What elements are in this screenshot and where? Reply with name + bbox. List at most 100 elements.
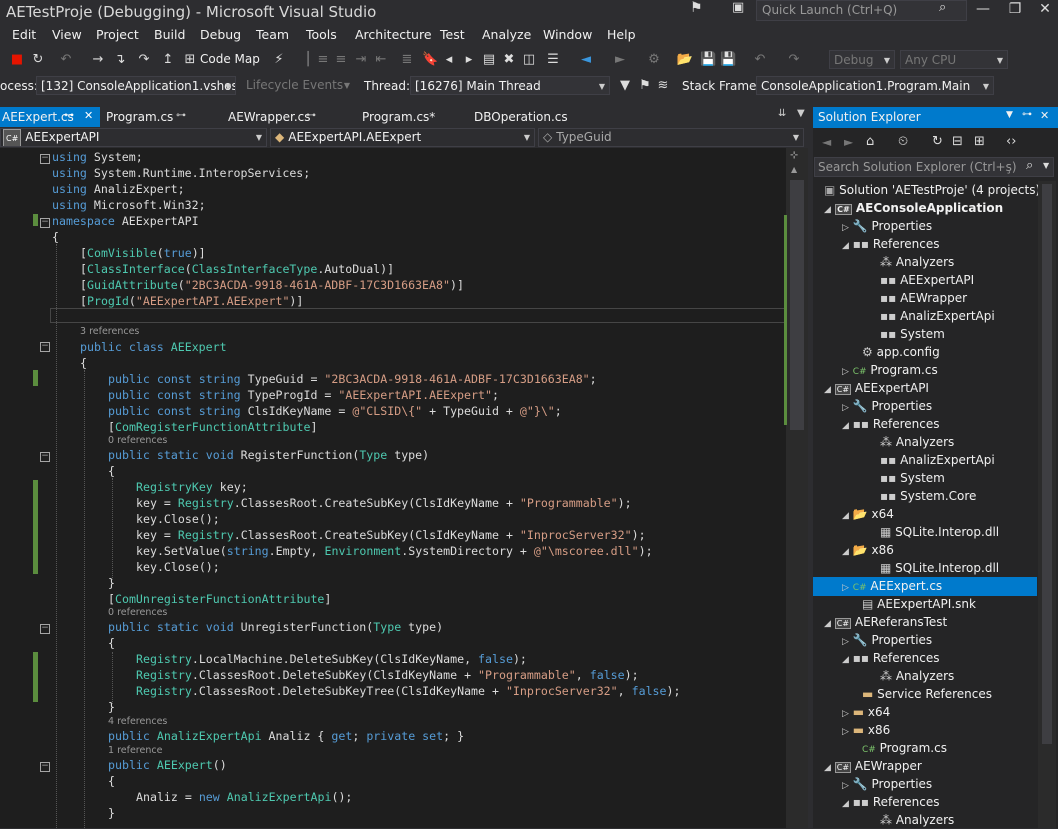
tree-item[interactable]: ⁂ Analyzers <box>880 433 954 451</box>
pending-changes-icon[interactable]: ⏲ <box>898 134 908 149</box>
restart-icon[interactable]: ↻ <box>30 50 46 70</box>
code-map-button[interactable]: Code Map <box>200 52 260 66</box>
thread-select[interactable]: [16276] Main Thread ▼ <box>410 76 610 95</box>
close-button[interactable]: ✕ <box>1028 0 1058 20</box>
step-into-icon[interactable]: → <box>90 50 106 70</box>
expanded-icon[interactable]: ◢ <box>842 421 849 431</box>
tree-item[interactable]: ▤ AEExpertAPI.snk <box>862 595 976 613</box>
tree-project-aewrapper[interactable]: ◢ C# AEWrapper <box>824 757 922 775</box>
tree-item[interactable]: ▷ 🔧 Properties <box>842 217 932 235</box>
save-all-icon[interactable]: 💾 <box>720 50 736 70</box>
show-all-files-icon[interactable]: ⊞ <box>974 134 985 149</box>
codelens-references[interactable]: 0 references <box>108 435 167 446</box>
menu-project[interactable]: Project <box>96 27 139 42</box>
chevron-down-icon[interactable]: ▼ <box>1043 161 1049 170</box>
bookmark-icon[interactable]: 🔖 <box>422 50 438 70</box>
collapsed-icon[interactable]: ▷ <box>842 403 849 413</box>
notifications-icon[interactable]: ▣ <box>732 0 744 15</box>
platform-select[interactable]: Any CPU ▼ <box>900 50 1008 69</box>
stop-debugging-icon[interactable]: ■ <box>10 50 24 70</box>
tree-item[interactable]: ▷ ▬ x86 <box>842 721 890 739</box>
chevron-down-icon[interactable]: ▼ <box>797 108 805 119</box>
list-icon[interactable]: ☰ <box>546 50 560 70</box>
tab-dboperation-cs[interactable]: DBOperation.cs <box>472 107 568 127</box>
tree-item[interactable]: ⁂ Analyzers <box>880 667 954 685</box>
tree-item[interactable]: ⁂ Analyzers <box>880 811 954 829</box>
menu-build[interactable]: Build <box>154 27 185 42</box>
tab-aewrapper-cs[interactable]: AEWrapper.cs <box>226 107 311 127</box>
tree-item[interactable]: ▪▪ AnalizExpertApi <box>880 451 995 469</box>
collapse-all-icon[interactable]: ⊟ <box>952 134 963 149</box>
redo-icon[interactable]: ↷ <box>786 50 802 70</box>
bookmark-folder-icon[interactable]: ▤ <box>482 50 496 70</box>
collapse-icon[interactable]: − <box>40 624 50 634</box>
collapsed-icon[interactable]: ▷ <box>842 583 849 593</box>
toggle-icon[interactable]: ◫ <box>522 50 536 70</box>
hot-reload-icon[interactable]: ⚡ <box>270 50 288 70</box>
collapsed-icon[interactable]: ▷ <box>842 781 849 791</box>
tree-item[interactable]: ▪▪ AEWrapper <box>880 289 967 307</box>
menu-architecture[interactable]: Architecture <box>355 27 432 42</box>
navigate-forward-icon[interactable]: ► <box>612 50 628 70</box>
show-next-statement-icon[interactable]: ↶ <box>58 50 74 70</box>
home-icon[interactable]: ⌂ <box>866 134 874 149</box>
solution-configs-icon[interactable]: ⚙ <box>646 50 662 70</box>
menu-test[interactable]: Test <box>440 27 465 42</box>
tree-item[interactable]: ▷ C# Program.cs <box>842 361 938 379</box>
tree-item[interactable]: ◢ 📂 x86 <box>842 541 894 559</box>
save-icon[interactable]: 💾 <box>700 50 716 70</box>
config-select[interactable]: Debug ▼ <box>829 50 895 69</box>
tree-item[interactable]: ▷ ▬ x64 <box>842 703 890 721</box>
flag-thread-icon[interactable]: ⚑ <box>638 76 652 96</box>
navigate-back-icon[interactable]: ◄ <box>578 50 594 70</box>
collapsed-icon[interactable]: ▷ <box>842 637 849 647</box>
collapsed-icon[interactable]: ▷ <box>842 223 849 233</box>
tab-overflow-icon[interactable]: ⇊ <box>778 108 786 119</box>
scrollbar-thumb[interactable] <box>790 180 804 430</box>
pin-icon[interactable]: ⊶ <box>64 110 74 121</box>
pin-icon[interactable]: ⊶ <box>306 110 316 121</box>
expanded-icon[interactable]: ◢ <box>824 619 831 629</box>
tree-item[interactable]: ◢ ▪▪ References <box>842 235 940 253</box>
forward-icon[interactable]: ► <box>844 135 853 149</box>
menu-team[interactable]: Team <box>256 27 289 42</box>
refresh-icon[interactable]: ↻ <box>932 134 943 149</box>
undo-icon[interactable]: ↶ <box>752 50 768 70</box>
codelens-references[interactable]: 1 reference <box>108 745 162 756</box>
outdent-icon[interactable]: ⇤ <box>374 50 388 70</box>
open-file-icon[interactable]: 📂 <box>676 50 694 70</box>
tab-program-cs[interactable]: Program.cs <box>104 107 173 127</box>
code-editor[interactable]: − − − − − − using System; using System.R… <box>0 148 808 828</box>
tree-item[interactable]: ▷ 🔧 Properties <box>842 631 932 649</box>
tree-item[interactable]: ▪▪ System.Core <box>880 487 976 505</box>
menu-analyze[interactable]: Analyze <box>482 27 531 42</box>
tree-item[interactable]: ▷ 🔧 Properties <box>842 397 932 415</box>
feedback-flag-icon[interactable]: ⚑ <box>690 0 703 16</box>
show-flagged-icon[interactable]: ≋ <box>656 76 670 96</box>
tree-item[interactable]: ▪▪ AnalizExpertApi <box>880 307 995 325</box>
back-icon[interactable]: ◄ <box>822 135 831 149</box>
collapse-icon[interactable]: − <box>40 154 50 164</box>
step-over-icon[interactable]: ↴ <box>112 50 128 70</box>
view-code-icon[interactable]: ‹› <box>1006 134 1016 149</box>
minimize-button[interactable]: — <box>966 0 1000 20</box>
collapse-icon[interactable]: − <box>40 452 50 462</box>
pin-icon[interactable]: ⊶ <box>176 110 186 121</box>
codelens-references[interactable]: 3 references <box>80 326 139 337</box>
menu-window[interactable]: Window <box>543 27 592 42</box>
tree-item[interactable]: ▷ 🔧 Properties <box>842 775 932 793</box>
tree-item[interactable]: ◢ ▪▪ References <box>842 793 940 811</box>
expanded-icon[interactable]: ◢ <box>842 799 849 809</box>
tree-item[interactable]: ◢ ▪▪ References <box>842 415 940 433</box>
collapsed-icon[interactable]: ▷ <box>842 367 849 377</box>
clear-bookmarks-icon[interactable]: ✖ <box>502 50 516 70</box>
step-back-icon[interactable]: ↥ <box>160 50 176 70</box>
expanded-icon[interactable]: ◢ <box>824 205 831 215</box>
project-dropdown[interactable]: C# AEExpertAPI ▼ <box>0 128 267 147</box>
tree-item[interactable]: ◢ ▪▪ References <box>842 649 940 667</box>
tree-item[interactable]: C# Program.cs <box>862 739 947 757</box>
tree-item[interactable]: ▦ SQLite.Interop.dll <box>880 559 999 577</box>
collapse-icon[interactable]: − <box>40 342 50 352</box>
tree-project-aeexpertapi[interactable]: ◢ C# AEExpertAPI <box>824 379 929 397</box>
tree-item-selected[interactable]: ▷ C# AEExpert.cs <box>842 577 942 595</box>
